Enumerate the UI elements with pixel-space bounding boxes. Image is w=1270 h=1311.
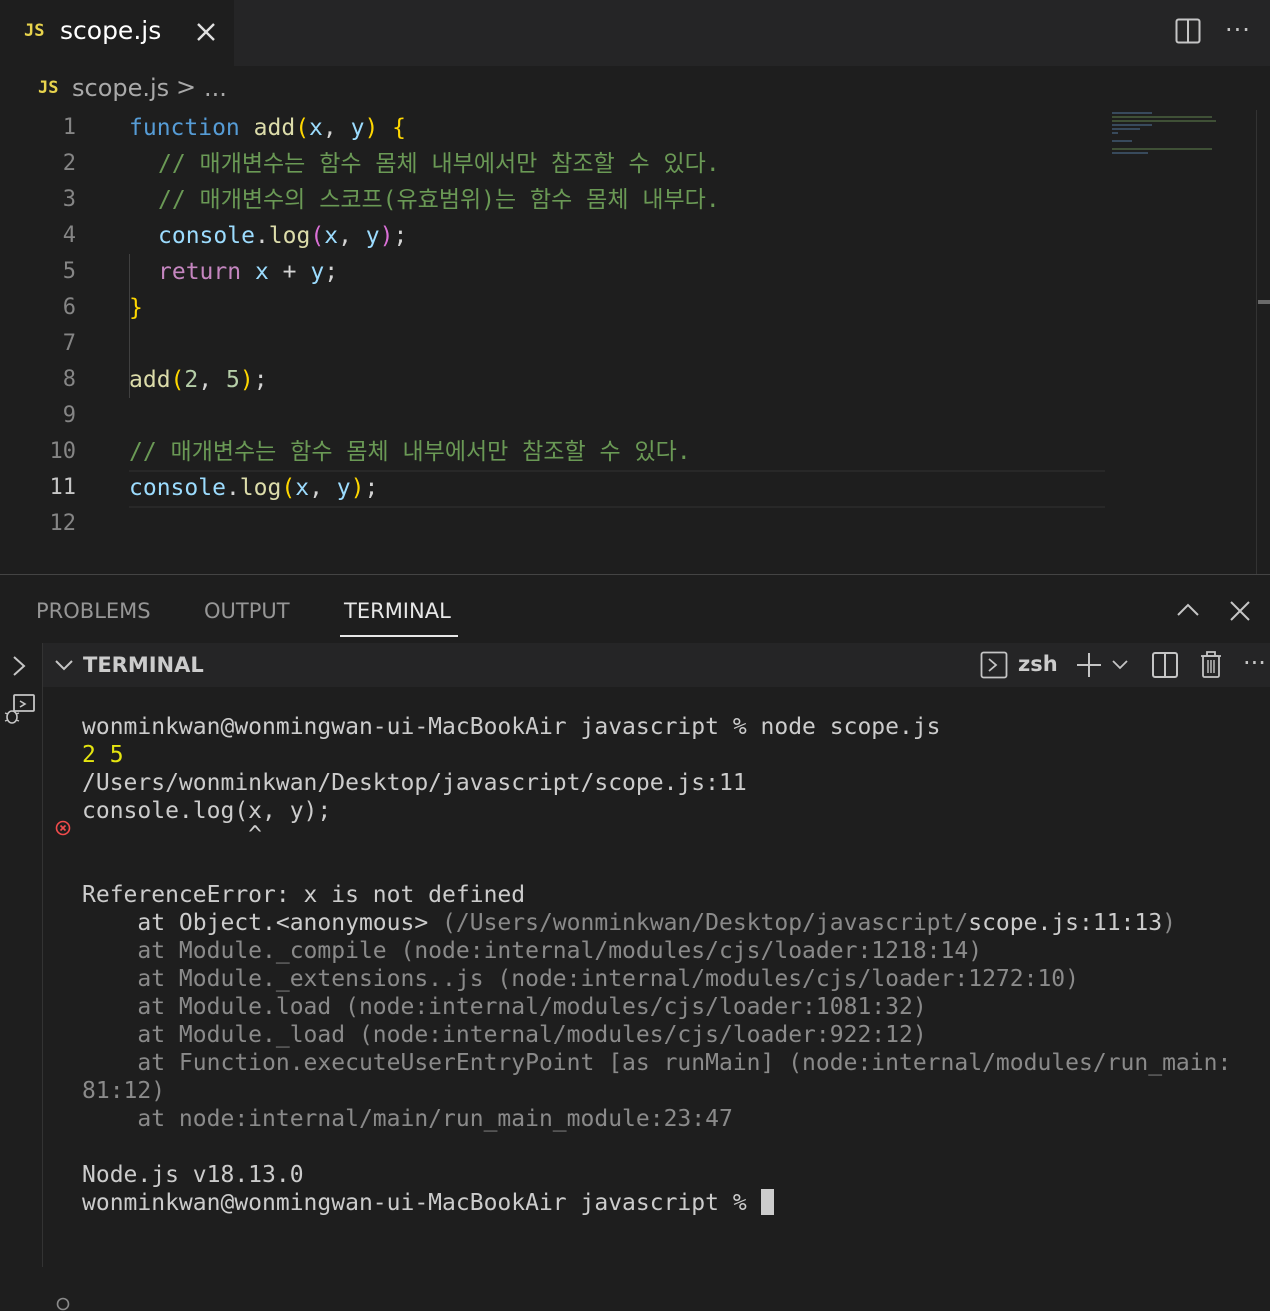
breadcrumb-symbols[interactable]: ... (204, 74, 227, 102)
stack-trace-line: at node:internal/main/run_main_module:23… (82, 1106, 733, 1132)
terminal-output-line: /Users/wonminkwan/Desktop/javascript/sco… (82, 770, 747, 796)
active-tab-indicator (340, 635, 458, 637)
terminal-caret-line: ^ (82, 822, 263, 848)
chevron-up-icon[interactable] (1175, 599, 1201, 621)
line-number: 2 (62, 151, 76, 176)
line-number: 11 (49, 475, 77, 500)
terminal-cursor (760, 1189, 774, 1215)
stack-trace-line: at Module._compile (node:internal/module… (82, 938, 983, 964)
terminal-output[interactable]: wonminkwan@wonmingwan-ui-MacBookAir java… (43, 687, 1270, 1311)
close-icon[interactable] (190, 14, 222, 50)
chevron-right-icon: > (176, 73, 197, 101)
idle-circle-icon (56, 1297, 70, 1311)
editor-scrollbar[interactable] (1256, 110, 1270, 574)
terminal-error-line: ReferenceError: x is not defined (82, 882, 526, 908)
stack-trace-line: at Module._load (node:internal/modules/c… (82, 1022, 927, 1048)
editor-tab-scope-js[interactable]: JS scope.js (0, 0, 234, 66)
js-file-icon: JS (24, 21, 45, 41)
code-line-4[interactable]: console.log(x, y); (158, 218, 407, 254)
js-file-icon: JS (38, 78, 59, 98)
code-line-6[interactable]: } (129, 290, 143, 326)
code-editor[interactable]: 1 2 3 4 5 6 7 8 9 10 11 12 function add(x, y) { // … (0, 110, 1270, 574)
code-line-8[interactable]: add(2, 5); (129, 362, 268, 398)
stack-trace-line: at Object.<anonymous> (/Users/wonminkwan… (82, 910, 1176, 936)
tab-output[interactable]: OUTPUT (204, 599, 290, 623)
line-number: 3 (62, 187, 76, 212)
code-line-11[interactable]: console.log(x, y); (129, 470, 378, 506)
terminal-header: TERMINAL zsh ··· (43, 643, 1270, 687)
tab-terminal[interactable]: TERMINAL (344, 599, 451, 623)
minimap[interactable] (1112, 110, 1222, 170)
terminal-icon[interactable] (980, 651, 1008, 679)
line-number: 12 (49, 511, 77, 536)
debug-icon[interactable] (2, 693, 36, 727)
trash-icon[interactable] (1198, 649, 1224, 679)
stack-trace-line: at Function.executeUserEntryPoint [as ru… (82, 1050, 1232, 1076)
tab-problems[interactable]: PROBLEMS (36, 599, 151, 623)
chevron-down-icon[interactable] (1110, 656, 1130, 674)
line-number: 10 (49, 439, 77, 464)
panel-side-bar (0, 643, 43, 1267)
code-line-2[interactable]: // 매개변수는 함수 몸체 내부에서만 참조할 수 있다. (158, 146, 720, 182)
stack-trace-line: at Module.load (node:internal/modules/cj… (82, 994, 927, 1020)
line-number: 6 (62, 295, 76, 320)
line-number: 4 (62, 223, 76, 248)
breadcrumb-file[interactable]: scope.js (72, 74, 169, 102)
scrollbar-cursor-marker (1258, 300, 1270, 304)
error-circle-icon (55, 820, 71, 836)
bottom-panel: PROBLEMS OUTPUT TERMINAL TERMINAL zsh ··… (0, 574, 1270, 1311)
chevron-right-icon[interactable] (8, 653, 30, 679)
chevron-down-icon[interactable] (53, 655, 75, 675)
terminal-prompt-line[interactable]: wonminkwan@wonmingwan-ui-MacBookAir java… (82, 1189, 774, 1217)
code-line-10[interactable]: // 매개변수는 함수 몸체 내부에서만 참조할 수 있다. (129, 434, 691, 470)
stack-trace-line: at Module._extensions..js (node:internal… (82, 966, 1079, 992)
line-number: 7 (62, 331, 76, 356)
line-number: 9 (62, 403, 76, 428)
line-number: 8 (62, 367, 76, 392)
terminal-prompt-line: wonminkwan@wonmingwan-ui-MacBookAir java… (82, 714, 941, 740)
more-actions-icon[interactable]: ··· (1225, 16, 1251, 44)
terminal-output-line: 2 5 (82, 742, 124, 768)
stack-trace-line: 81:12) (82, 1078, 166, 1104)
code-line-5[interactable]: return x + y; (158, 254, 338, 290)
breadcrumb: JS scope.js > ... (0, 66, 1270, 110)
tab-label: scope.js (60, 16, 162, 45)
more-actions-icon[interactable]: ··· (1243, 649, 1266, 677)
terminal-shell-name[interactable]: zsh (1018, 652, 1058, 676)
split-editor-icon[interactable] (1175, 18, 1201, 44)
plus-icon[interactable] (1075, 651, 1103, 679)
split-terminal-icon[interactable] (1151, 651, 1179, 679)
code-line-1[interactable]: function add(x, y) { (129, 110, 406, 146)
line-number: 1 (62, 115, 76, 140)
terminal-section-title: TERMINAL (83, 653, 204, 677)
close-icon[interactable] (1228, 599, 1252, 623)
panel-tab-bar: PROBLEMS OUTPUT TERMINAL (0, 575, 1270, 643)
editor-tab-bar: JS scope.js ··· (0, 0, 1270, 66)
code-line-3[interactable]: // 매개변수의 스코프(유효범위)는 함수 몸체 내부다. (158, 182, 720, 218)
node-version-line: Node.js v18.13.0 (82, 1162, 304, 1188)
line-number: 5 (62, 259, 76, 284)
